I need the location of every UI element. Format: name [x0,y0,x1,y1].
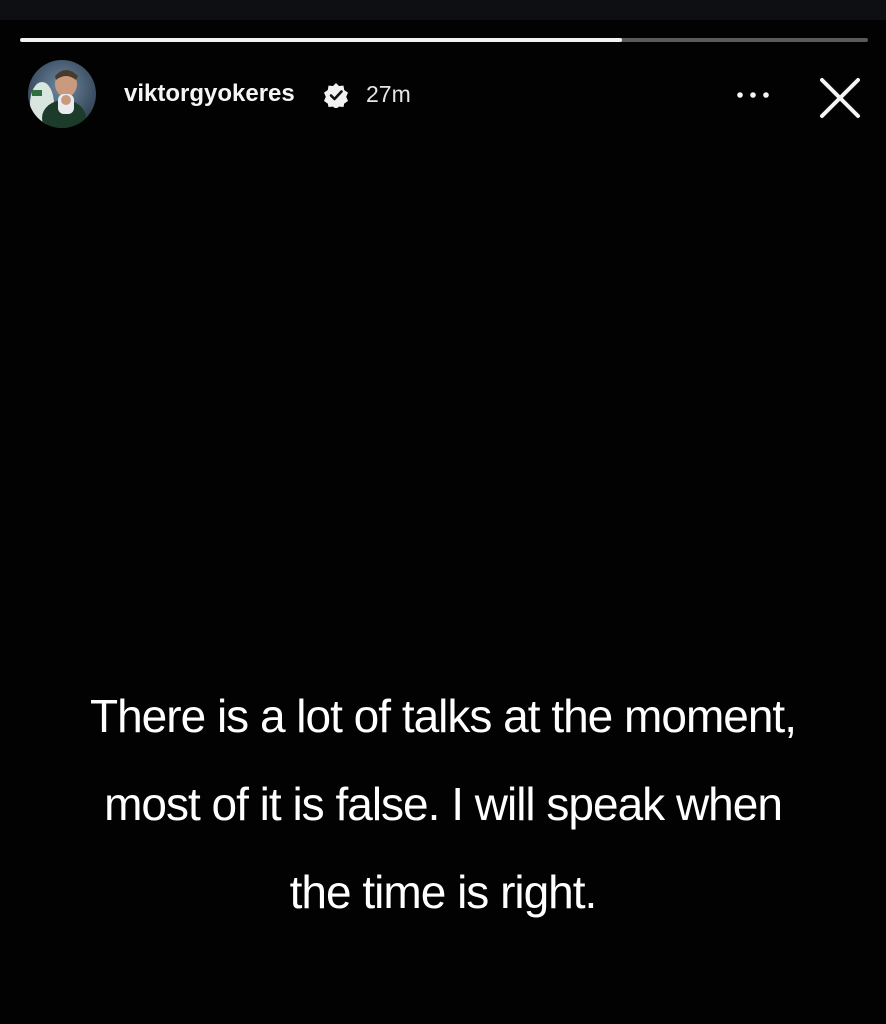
close-button[interactable] [816,74,864,122]
story-timestamp: 27m [366,81,411,107]
story-viewer[interactable]: viktorgyokeres 27m There is a lot of tal… [0,0,886,1024]
status-strip [0,0,886,20]
story-header: viktorgyokeres 27m [28,60,868,130]
verified-badge-icon [323,82,349,109]
story-text-line: most of it is false. I will speak when [104,778,783,830]
story-progress-bar [20,38,868,42]
story-text-line: There is a lot of talks at the moment, [90,690,797,742]
avatar[interactable] [28,60,96,128]
more-options-icon [737,92,769,98]
story-text-line: the time is right. [289,866,598,918]
story-progress-fill [20,38,623,42]
story-text: There is a lot of talks at the moment, m… [20,672,866,936]
close-icon [820,78,860,118]
more-options-button[interactable] [728,78,778,110]
username[interactable]: viktorgyokeres [124,80,295,108]
